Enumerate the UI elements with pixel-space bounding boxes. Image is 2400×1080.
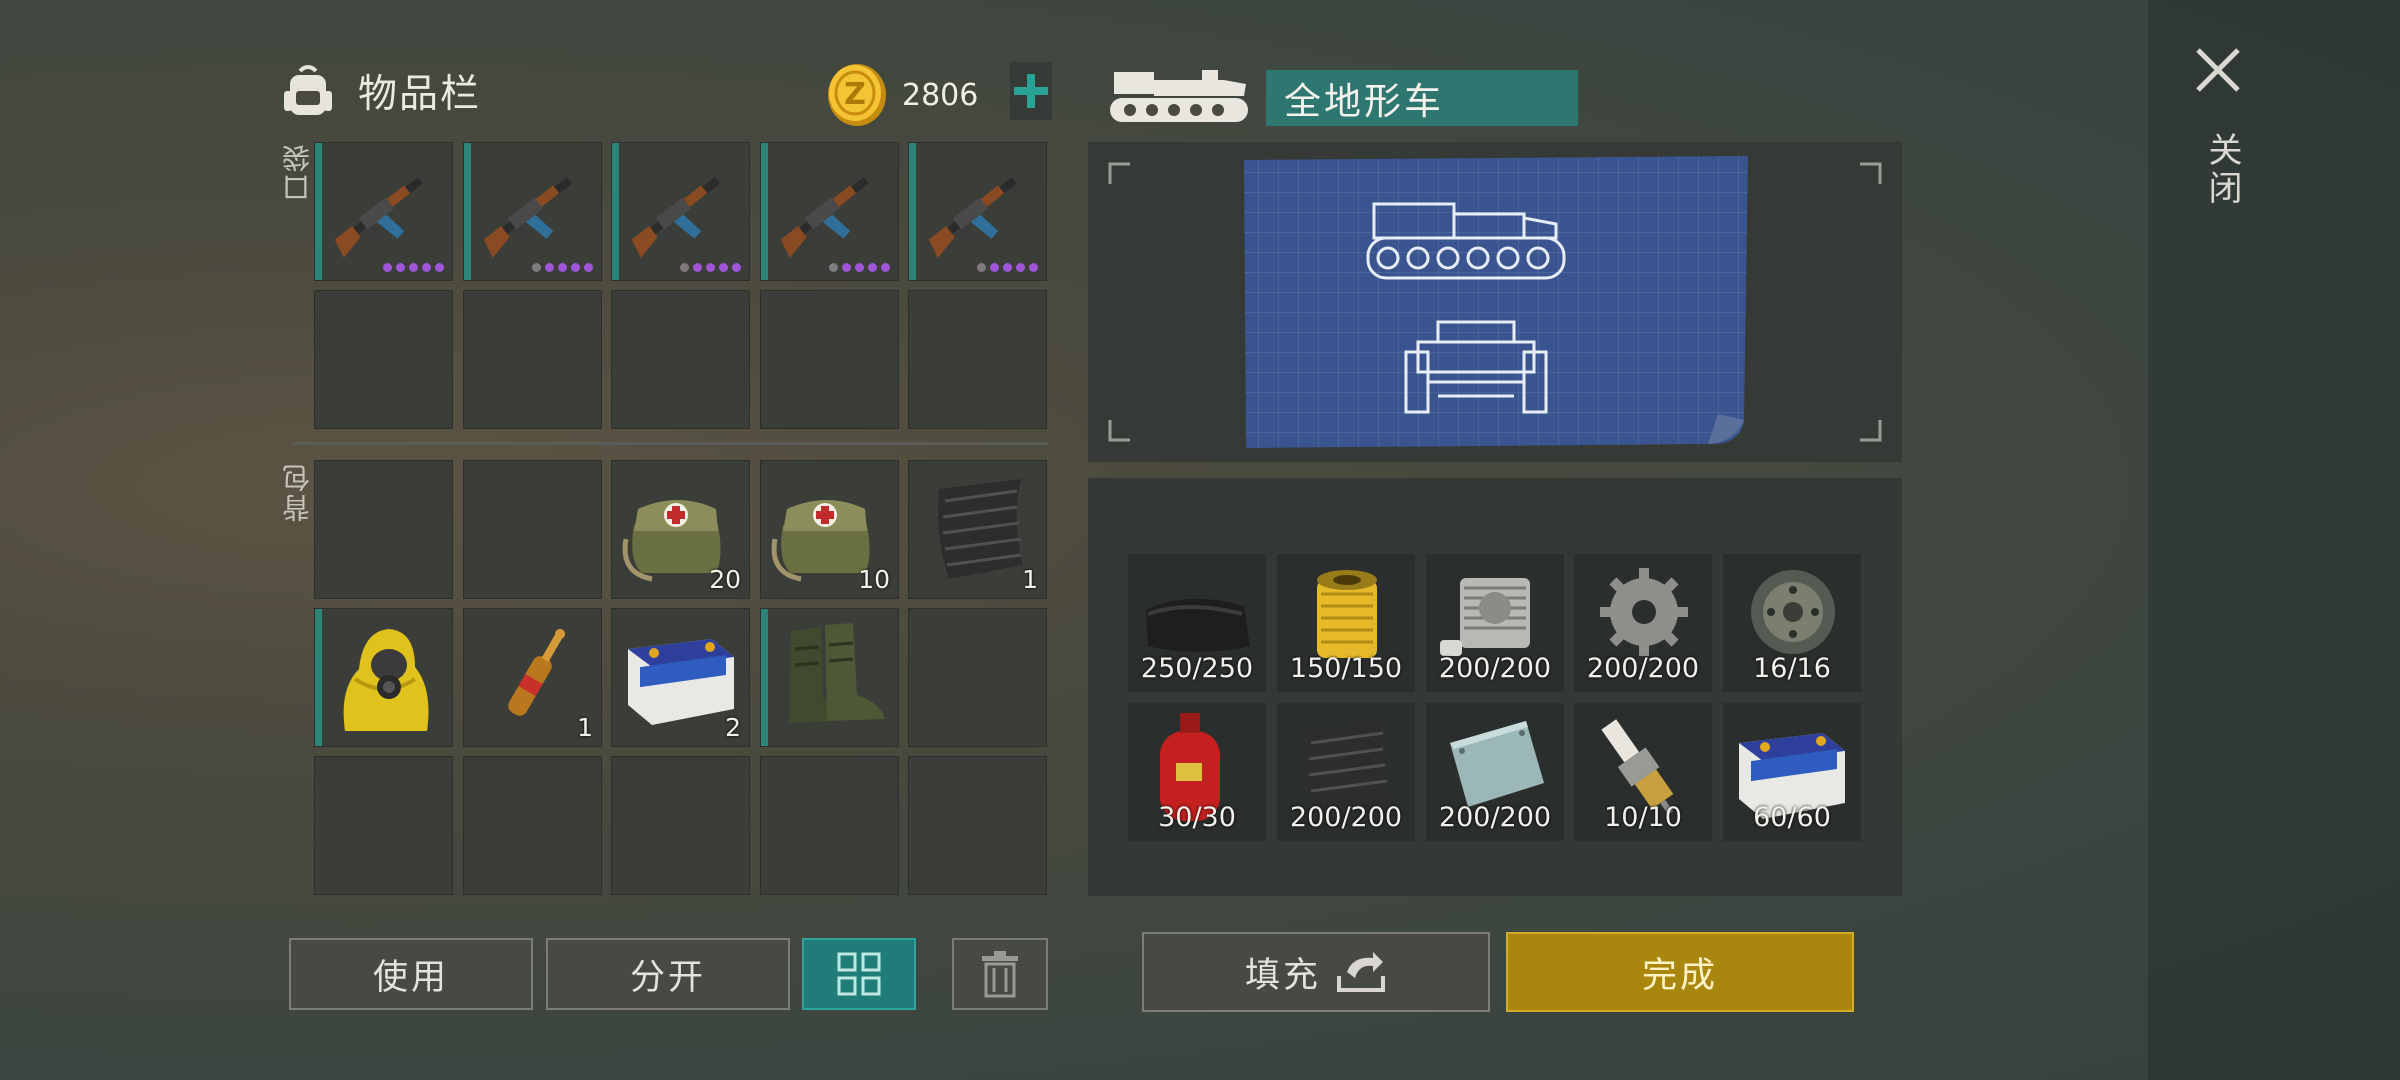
material-count: 200/200 (1586, 653, 1700, 684)
item-count: 2 (725, 713, 741, 742)
backpack-slot-12[interactable] (463, 756, 602, 895)
material-slot-carbon-fabric[interactable]: 200/200 (1277, 703, 1415, 841)
pocket-slot-4[interactable] (760, 142, 899, 281)
item-count: 20 (709, 565, 741, 594)
split-button[interactable]: 分开 (546, 938, 790, 1010)
side-shade (2148, 0, 2400, 1080)
use-button[interactable]: 使用 (289, 938, 533, 1010)
coin-count: 2806 (902, 77, 979, 113)
backpack-slot-5[interactable]: 1 (908, 460, 1047, 599)
rarity-dots (680, 263, 741, 272)
pocket-slot-9[interactable] (760, 290, 899, 429)
backpack-slot-9[interactable] (760, 608, 899, 747)
trash-button[interactable] (952, 938, 1048, 1010)
item-count: 1 (577, 713, 593, 742)
backpack-slot-15[interactable] (908, 756, 1047, 895)
pocket-slot-1[interactable] (314, 142, 453, 281)
ak-rifle-icon (631, 177, 720, 258)
ak-rifle-icon (780, 177, 869, 258)
boots-icon (789, 623, 885, 723)
vehicle-name: 全地形车 (1266, 70, 1578, 126)
trash-icon (982, 951, 1018, 998)
backpack-label: 背包 (281, 462, 314, 522)
pocket-slot-6[interactable] (314, 290, 453, 429)
vehicle-icon (1110, 70, 1248, 122)
backpack-slot-6[interactable] (314, 608, 453, 747)
backpack-slot-4[interactable]: 10 (760, 460, 899, 599)
pocket-slot-8[interactable] (611, 290, 750, 429)
material-count: 250/250 (1140, 653, 1254, 684)
done-button[interactable]: 完成 (1506, 932, 1854, 1012)
material-slot-wheel[interactable]: 16/16 (1723, 554, 1861, 692)
grid-view-button[interactable] (802, 938, 916, 1010)
add-coins-button[interactable] (1010, 62, 1052, 120)
backpack-slot-10[interactable] (908, 608, 1047, 747)
blueprint-panel (1088, 142, 1902, 462)
material-slot-metal-plate[interactable]: 200/200 (1426, 703, 1564, 841)
vehicle-blueprint-icon (1244, 156, 1748, 448)
pocket-slot-2[interactable] (463, 142, 602, 281)
materials-panel: 250/250 150/150 200/200 200/200 16/16 30… (1088, 478, 1902, 896)
close-icon[interactable] (2190, 42, 2246, 98)
material-count: 30/30 (1158, 802, 1236, 833)
backpack-slot-14[interactable] (760, 756, 899, 895)
rarity-dots (829, 263, 890, 272)
material-count: 200/200 (1438, 802, 1552, 833)
backpack-slot-13[interactable] (611, 756, 750, 895)
grid-icon (837, 952, 881, 996)
material-slot-spark-plug[interactable]: 10/10 (1574, 703, 1712, 841)
inventory-header: 物品栏 (278, 56, 481, 126)
material-count: 16/16 (1753, 653, 1831, 684)
fill-button[interactable]: 填充 (1142, 932, 1490, 1012)
rarity-dots (977, 263, 1038, 272)
fill-button-label: 填充 (1244, 955, 1321, 996)
close-label[interactable]: 关闭 (2198, 132, 2247, 208)
backpack-slot-2[interactable] (463, 460, 602, 599)
hazmat-suit-icon (343, 629, 429, 731)
material-count: 200/200 (1438, 653, 1552, 684)
plus-icon (1014, 74, 1048, 108)
ak-rifle-icon (483, 177, 572, 258)
ak-rifle-icon (928, 177, 1017, 258)
item-count: 1 (1022, 565, 1038, 594)
rarity-dots (532, 263, 593, 272)
pocket-slot-7[interactable] (463, 290, 602, 429)
coin-icon: Z (828, 64, 886, 126)
item-count: 10 (858, 565, 890, 594)
svg-text:Z: Z (844, 77, 866, 112)
backpack-slot-7[interactable]: 1 (463, 608, 602, 747)
fill-arrow-icon (1337, 952, 1385, 992)
rarity-dots (383, 263, 444, 272)
material-slot-air-filter[interactable]: 150/150 (1277, 554, 1415, 692)
pocket-slot-3[interactable] (611, 142, 750, 281)
backpack-slot-8[interactable]: 2 (611, 608, 750, 747)
material-slot-leather[interactable]: 250/250 (1128, 554, 1266, 692)
inventory-title: 物品栏 (358, 72, 482, 117)
material-slot-engine-cylinder[interactable]: 200/200 (1426, 554, 1564, 692)
section-divider (292, 442, 1048, 445)
material-count: 10/10 (1604, 802, 1682, 833)
pocket-slot-10[interactable] (908, 290, 1047, 429)
backpack-slot-3[interactable]: 20 (611, 460, 750, 599)
material-slot-gas-cylinder[interactable]: 30/30 (1128, 703, 1266, 841)
material-count: 200/200 (1289, 802, 1403, 833)
backpack-slot-11[interactable] (314, 756, 453, 895)
material-count: 60/60 (1753, 802, 1831, 833)
material-slot-gear[interactable]: 200/200 (1574, 554, 1712, 692)
pocket-slot-5[interactable] (908, 142, 1047, 281)
coin-balance: Z 2806 (826, 62, 978, 128)
backpack-slot-1[interactable] (314, 460, 453, 599)
ak-rifle-icon (334, 177, 423, 258)
material-slot-battery[interactable]: 60/60 (1723, 703, 1861, 841)
backpack-icon (284, 65, 332, 115)
material-count: 150/150 (1289, 653, 1403, 684)
pocket-label: 口袋 (281, 142, 314, 202)
